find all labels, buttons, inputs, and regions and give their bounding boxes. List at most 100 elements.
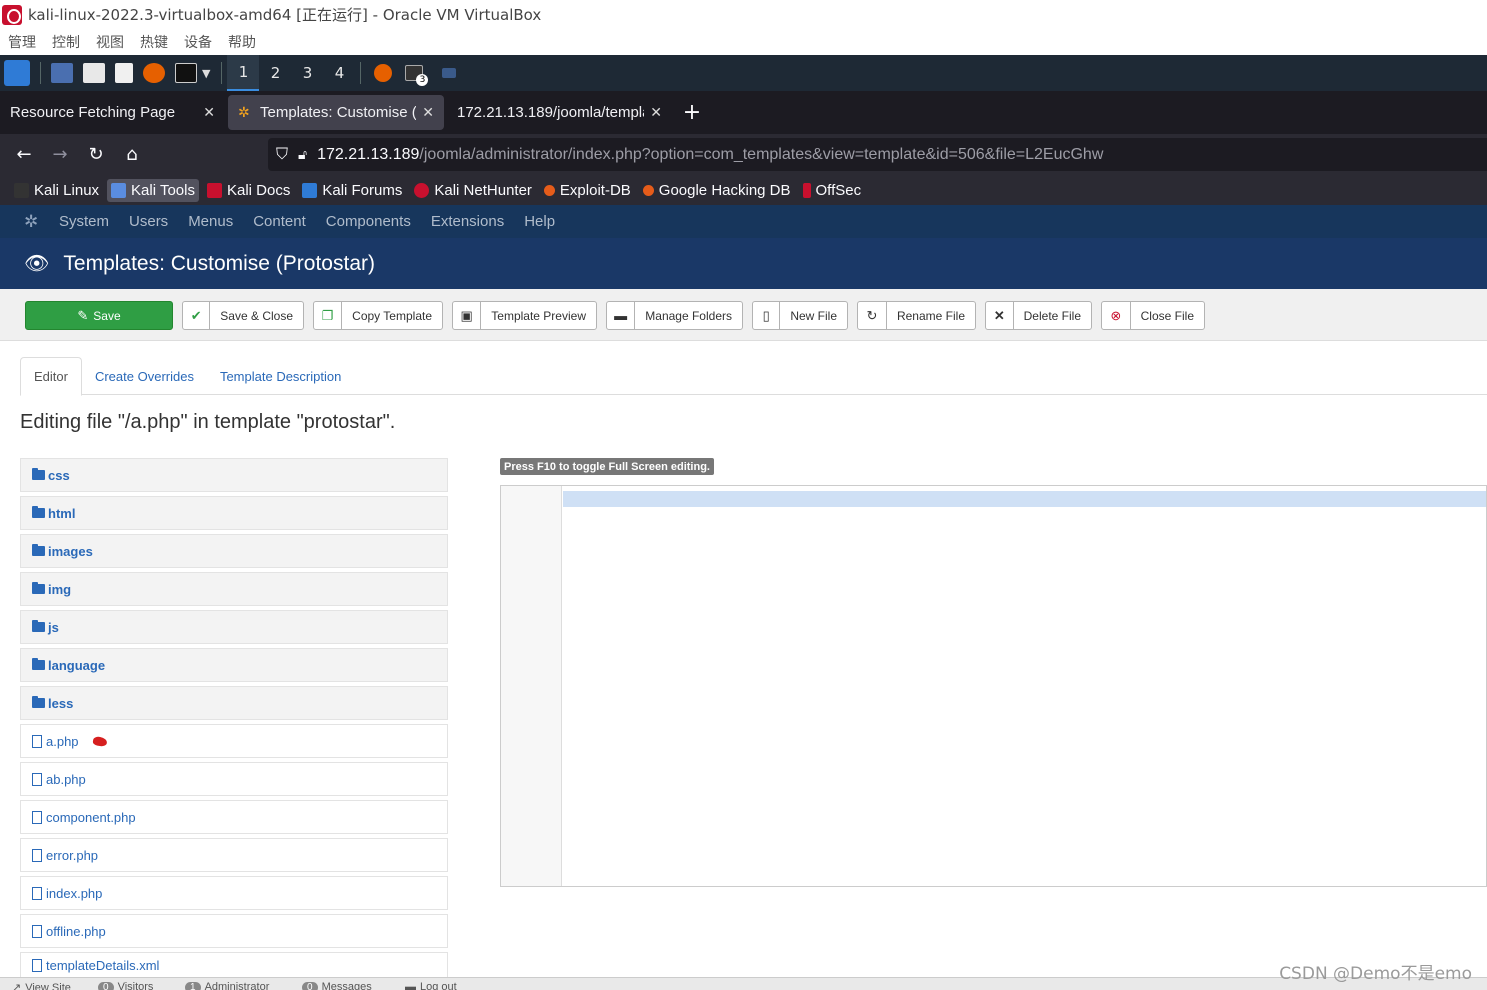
vbox-menu-control[interactable]: 控制 <box>52 32 80 52</box>
template-preview-button[interactable]: ▣ Template Preview <box>452 301 597 330</box>
vbox-menu-help[interactable]: 帮助 <box>228 32 256 52</box>
new-tab-button[interactable]: + <box>672 91 712 134</box>
file-index-php[interactable]: index.php <box>20 876 448 910</box>
bookmark-offsec[interactable]: OffSec <box>799 179 866 202</box>
browser-tab-strip: Resource Fetching Page ✕ ✲ Templates: Cu… <box>0 91 1487 134</box>
close-icon[interactable]: ✕ <box>422 105 434 121</box>
tracking-shield-icon[interactable]: ⛉ <box>276 146 288 164</box>
insecure-lock-icon[interactable]: 🔓︎ <box>298 146 307 163</box>
bookmark-kali-docs[interactable]: Kali Docs <box>203 179 294 202</box>
folder-html[interactable]: html <box>20 496 448 530</box>
kali-dragon-icon <box>14 182 29 198</box>
workspace-4[interactable]: 4 <box>323 55 355 91</box>
back-arrow-icon[interactable]: ← <box>6 139 42 171</box>
firefox-window-icon[interactable] <box>374 64 393 82</box>
bookmark-kali-nethunter[interactable]: Kali NetHunter <box>410 179 536 202</box>
vbox-menu-manage[interactable]: 管理 <box>8 32 36 52</box>
forward-arrow-icon[interactable]: → <box>42 139 78 171</box>
panel-separator <box>40 62 41 84</box>
tab-resource-fetching[interactable]: Resource Fetching Page ✕ <box>0 91 225 134</box>
bookmark-kali-tools[interactable]: Kali Tools <box>107 178 199 202</box>
folder-img[interactable]: img <box>20 572 448 606</box>
folder-language[interactable]: language <box>20 648 448 682</box>
tab-joomla-template[interactable]: 172.21.13.189/joomla/templat ✕ <box>447 91 672 134</box>
close-icon[interactable]: ✕ <box>650 105 662 121</box>
reload-icon[interactable]: ↻ <box>78 139 114 171</box>
tab-title: Templates: Customise (Pr <box>260 104 417 121</box>
folder-open-icon <box>32 620 45 632</box>
vbox-menu-devices[interactable]: 设备 <box>184 32 212 52</box>
file-offline-php[interactable]: offline.php <box>20 914 448 948</box>
picture-icon: ▣ <box>453 302 482 329</box>
bookmark-label: Google Hacking DB <box>658 181 791 199</box>
panel-separator <box>221 62 223 84</box>
tab-create-overrides[interactable]: Create Overrides <box>82 357 207 395</box>
page-header: 👁︎ Templates: Customise (Protostar) <box>0 238 1487 289</box>
workspace-3[interactable]: 3 <box>291 55 323 91</box>
url-bar[interactable]: ⛉ 🔓︎ 172.21.13.189 /joomla/administrator… <box>268 138 1487 171</box>
close-file-button[interactable]: ⊗ Close File <box>1101 301 1205 330</box>
menu-components[interactable]: Components <box>326 213 411 230</box>
vm-display-icon[interactable] <box>442 68 457 78</box>
bookmark-label: OffSec <box>815 181 862 199</box>
manage-folders-button[interactable]: ▬ Manage Folders <box>606 301 743 330</box>
menu-content[interactable]: Content <box>253 213 306 230</box>
kali-menu-icon[interactable] <box>4 60 30 86</box>
view-site-link[interactable]: ↗ View Site <box>12 981 71 990</box>
tab-templates-customise[interactable]: ✲ Templates: Customise (Pr ✕ <box>228 95 444 130</box>
tab-template-description[interactable]: Template Description <box>207 357 354 395</box>
rename-file-button[interactable]: ↻ Rename File <box>857 301 976 330</box>
offsec-icon <box>802 182 811 198</box>
menu-extensions[interactable]: Extensions <box>431 213 504 230</box>
workspace-2[interactable]: 2 <box>259 55 291 91</box>
logout-link[interactable]: ▬ Log out <box>405 981 457 990</box>
file-a-php[interactable]: a.php <box>20 724 448 758</box>
tab-editor[interactable]: Editor <box>20 357 82 396</box>
terminal-window-icon[interactable]: 3 <box>405 65 429 86</box>
bookmark-label: Kali Docs <box>226 181 291 199</box>
menu-system[interactable]: System <box>59 213 109 230</box>
firefox-launcher-icon[interactable] <box>143 63 165 83</box>
editor-tabs: Editor Create Overrides Template Descrip… <box>20 357 1487 396</box>
folder-js[interactable]: js <box>20 610 448 644</box>
refresh-icon: ↻ <box>858 302 887 329</box>
text-editor-icon[interactable] <box>115 63 133 83</box>
save-close-button[interactable]: ✔ Save & Close <box>182 301 304 330</box>
home-icon[interactable]: ⌂ <box>114 139 150 171</box>
file-error-php[interactable]: error.php <box>20 838 448 872</box>
save-button[interactable]: ✎ Save <box>25 301 173 330</box>
menu-menus[interactable]: Menus <box>188 213 233 230</box>
file-manager-icon[interactable] <box>83 63 105 83</box>
file-component-php[interactable]: component.php <box>20 800 448 834</box>
folder-css[interactable]: css <box>20 458 448 492</box>
folder-open-icon <box>32 582 45 594</box>
joomla-logo-icon[interactable]: ✲ <box>24 212 42 231</box>
menu-users[interactable]: Users <box>129 213 168 230</box>
folder-images[interactable]: images <box>20 534 448 568</box>
menu-help[interactable]: Help <box>524 213 555 230</box>
chevron-down-icon[interactable]: ▼ <box>202 67 210 80</box>
active-line[interactable] <box>563 491 1486 507</box>
code-editor[interactable]: 1 <box>500 485 1487 887</box>
file-templatedetails-xml[interactable]: templateDetails.xml <box>20 952 448 977</box>
close-icon[interactable]: ✕ <box>203 105 215 121</box>
copy-template-button[interactable]: ❐ Copy Template <box>313 301 443 330</box>
workspace-1[interactable]: 1 <box>227 55 260 91</box>
delete-file-button[interactable]: ✕ Delete File <box>985 301 1092 330</box>
folder-open-icon <box>32 544 45 556</box>
terminal-launcher-icon[interactable] <box>175 63 197 83</box>
bookmark-kali-linux[interactable]: Kali Linux <box>10 179 103 202</box>
bookmark-kali-forums[interactable]: Kali Forums <box>298 179 406 202</box>
messages-status[interactable]: 0 Messages <box>302 981 372 990</box>
vbox-menu-hotkey[interactable]: 热键 <box>140 32 168 52</box>
new-file-button[interactable]: ▯ New File <box>752 301 848 330</box>
file-icon <box>32 734 42 748</box>
file-ab-php[interactable]: ab.php <box>20 762 448 796</box>
folder-less[interactable]: less <box>20 686 448 720</box>
vbox-menu-view[interactable]: 视图 <box>96 32 124 52</box>
browser-nav-bar: ← → ↻ ⌂ ⛉ 🔓︎ 172.21.13.189 /joomla/admin… <box>0 134 1487 175</box>
bookmark-exploit-db[interactable]: Exploit-DB <box>540 179 635 202</box>
show-desktop-icon[interactable] <box>51 63 73 83</box>
bookmark-google-hacking-db[interactable]: Google Hacking DB <box>639 179 795 202</box>
vbox-menu-bar: 管理 控制 视图 热键 设备 帮助 <box>0 29 1487 55</box>
